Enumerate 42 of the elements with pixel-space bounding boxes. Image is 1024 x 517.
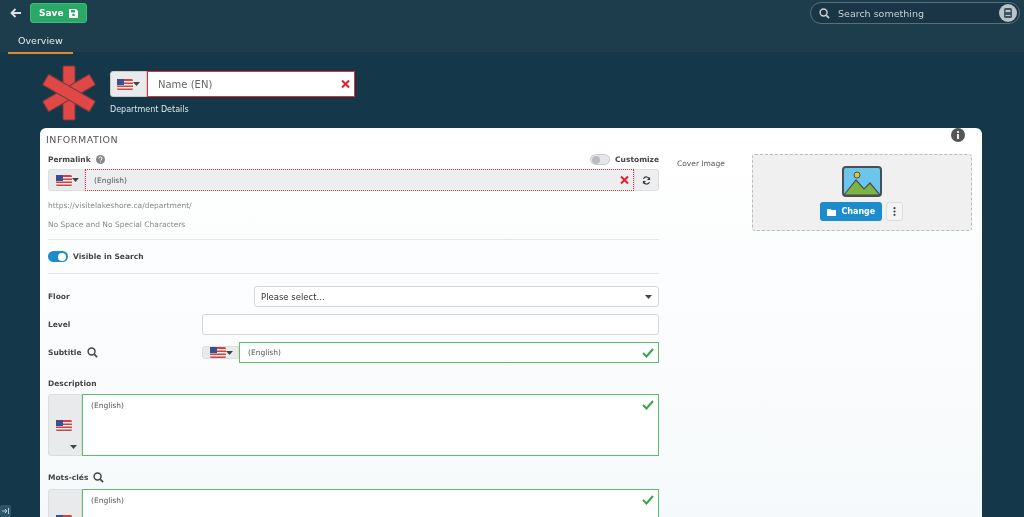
flag-icon — [210, 347, 226, 358]
language-dropdown[interactable] — [202, 346, 239, 359]
page-subtitle: Department Details — [110, 105, 190, 114]
error-icon — [341, 79, 350, 89]
info-icon[interactable] — [951, 128, 965, 142]
kebab-menu-icon — [893, 207, 897, 216]
language-dropdown[interactable] — [110, 71, 147, 97]
check-icon — [642, 400, 654, 410]
image-placeholder-icon — [841, 166, 882, 197]
help-icon[interactable] — [95, 155, 105, 164]
flag-icon — [117, 78, 133, 90]
section-title: INFORMATION — [46, 134, 120, 145]
refresh-icon — [642, 175, 651, 185]
flag-icon — [56, 174, 72, 186]
input-field[interactable]: Name (EN) — [147, 71, 355, 97]
image-dropzone[interactable]: Change — [751, 154, 972, 231]
toggle-switch[interactable] — [48, 251, 68, 262]
notebook-icon[interactable] — [999, 4, 1017, 22]
expand-sidebar-icon[interactable] — [0, 505, 11, 517]
check-icon — [642, 347, 654, 358]
caret-icon — [72, 178, 79, 182]
select-placeholder: Please select... — [261, 291, 325, 302]
error-icon — [620, 175, 629, 185]
select-dropdown[interactable]: Please select... — [254, 286, 659, 307]
caret-icon — [70, 445, 77, 449]
language-dropdown[interactable] — [48, 169, 85, 191]
caret-icon — [645, 294, 652, 299]
tab[interactable]: Overview — [8, 30, 73, 54]
toggle-switch[interactable] — [590, 154, 611, 165]
back-arrow-icon[interactable] — [10, 8, 22, 18]
change-button[interactable]: Change — [820, 202, 883, 221]
search-icon — [819, 7, 830, 19]
check-icon — [642, 495, 654, 505]
folder-icon — [827, 207, 838, 216]
save-button[interactable]: Save — [30, 3, 87, 23]
flag-icon — [56, 419, 72, 431]
caret-icon — [226, 350, 233, 355]
caret-icon — [133, 82, 140, 86]
language-dropdown[interactable] — [48, 394, 82, 456]
search-field[interactable]: Search something — [810, 2, 1020, 24]
refresh-button[interactable] — [634, 169, 659, 191]
search-input[interactable]: Search something — [836, 6, 993, 20]
